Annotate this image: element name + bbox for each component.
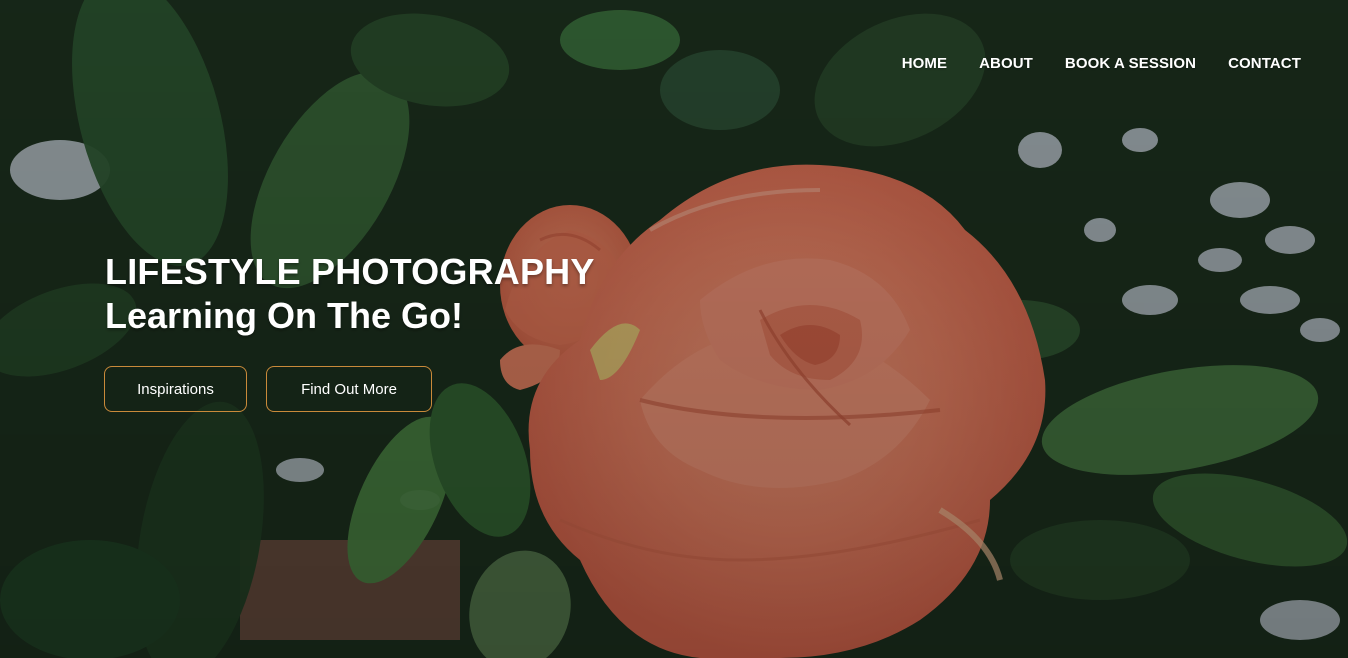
main-navigation: HOME ABOUT BOOK A SESSION CONTACT	[870, 55, 1301, 72]
nav-book-a-session-link[interactable]: BOOK A SESSION	[1065, 55, 1196, 72]
find-out-more-button[interactable]: Find Out More	[266, 366, 432, 412]
hero-buttons: Inspirations Find Out More	[104, 366, 432, 412]
hero-subtitle: Learning On The Go!	[105, 295, 463, 336]
nav-contact-link[interactable]: CONTACT	[1228, 55, 1301, 72]
hero-heading-block: LIFESTYLE PHOTOGRAPHY Learning On The Go…	[105, 250, 595, 338]
inspirations-button[interactable]: Inspirations	[104, 366, 247, 412]
nav-about-link[interactable]: ABOUT	[979, 55, 1033, 72]
hero-section: HOME ABOUT BOOK A SESSION CONTACT LIFEST…	[0, 0, 1348, 658]
nav-home-link[interactable]: HOME	[902, 55, 947, 72]
hero-title: LIFESTYLE PHOTOGRAPHY	[105, 251, 595, 292]
